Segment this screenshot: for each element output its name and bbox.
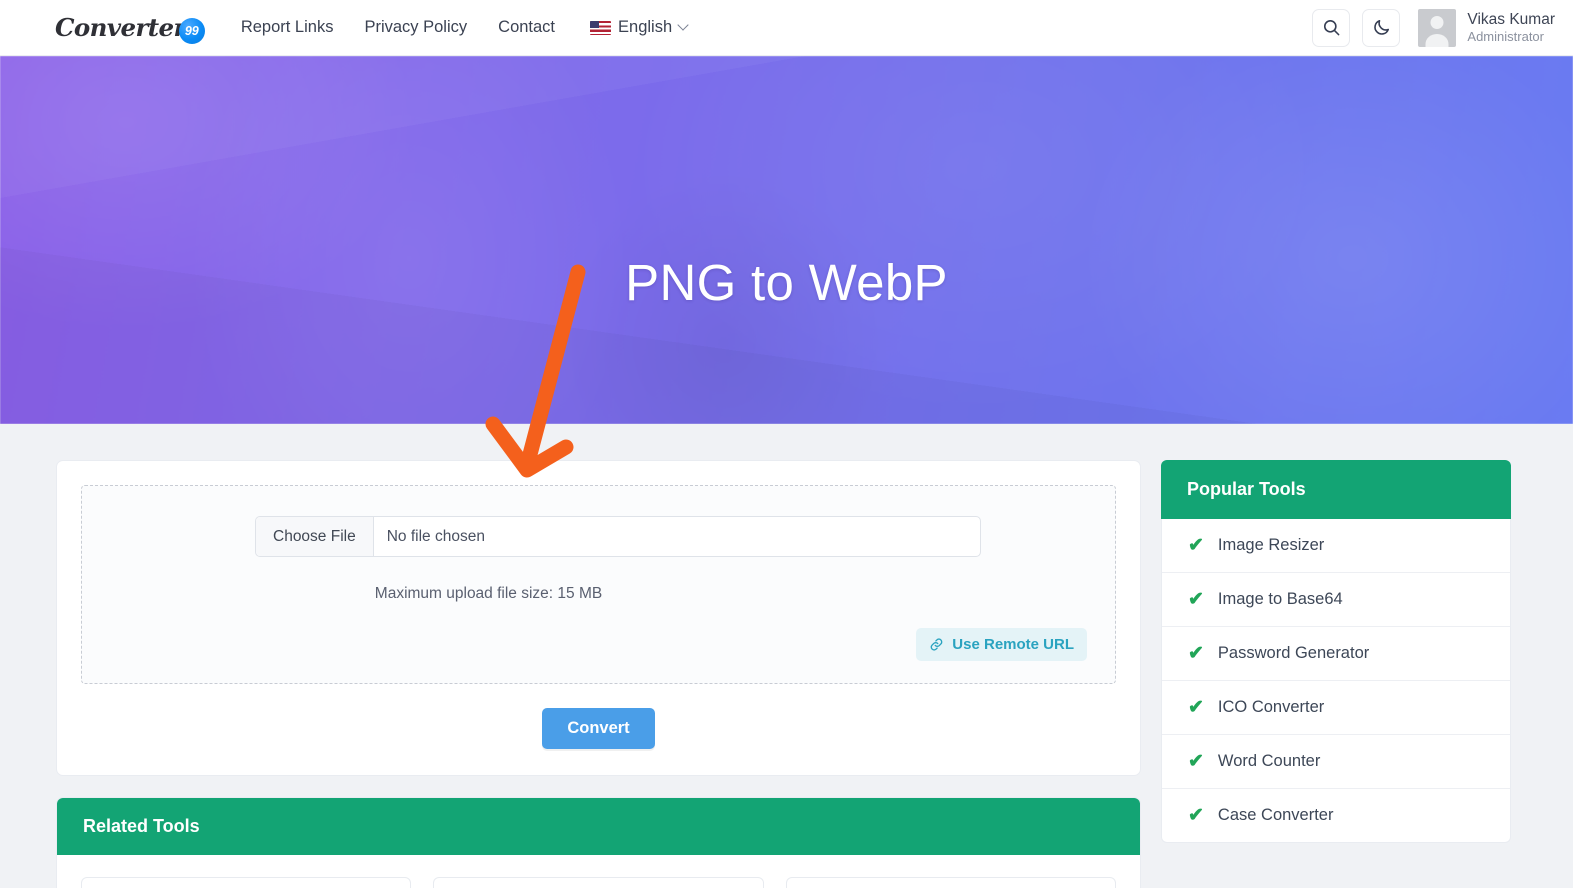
check-icon: ✔ <box>1188 643 1204 664</box>
left-column: Choose File No file chosen Maximum uploa… <box>56 460 1141 888</box>
choose-file-button[interactable]: Choose File <box>256 517 374 556</box>
popular-tool-image-to-base64[interactable]: ✔ Image to Base64 <box>1162 573 1510 627</box>
related-tools-title: Related Tools <box>57 798 1140 855</box>
primary-nav: Report Links Privacy Policy Contact Engl… <box>241 18 689 37</box>
check-icon: ✔ <box>1188 535 1204 556</box>
logo-badge: 99 <box>178 17 205 44</box>
file-input-group[interactable]: Choose File No file chosen <box>255 516 981 557</box>
header-actions: Vikas Kumar Administrator <box>1312 8 1555 47</box>
chevron-down-icon <box>677 18 689 31</box>
upload-card: Choose File No file chosen Maximum uploa… <box>56 460 1141 776</box>
dark-mode-toggle[interactable] <box>1362 8 1401 47</box>
nav-item-privacy-policy[interactable]: Privacy Policy <box>364 18 467 37</box>
max-upload-size-text: Maximum upload file size: 15 MB <box>374 585 603 602</box>
related-tool-png-to-gif[interactable]: GIF PNG to GIF <box>785 877 1116 888</box>
moon-icon <box>1374 19 1389 35</box>
use-remote-url-label: Use Remote URL <box>952 636 1074 653</box>
sidebar: Popular Tools ✔ Image Resizer ✔ Image to… <box>1161 460 1511 843</box>
popular-tool-label: Word Counter <box>1217 752 1321 770</box>
language-selector[interactable]: English <box>590 18 689 37</box>
popular-tools-list: ✔ Image Resizer ✔ Image to Base64 ✔ Pass… <box>1161 519 1511 843</box>
language-label: English <box>618 18 673 36</box>
user-info: Vikas Kumar Administrator <box>1467 10 1555 46</box>
user-menu[interactable]: Vikas Kumar Administrator <box>1418 8 1555 47</box>
selected-file-name: No file chosen <box>386 527 485 545</box>
search-button[interactable] <box>1312 8 1351 47</box>
popular-tool-label: Password Generator <box>1217 644 1370 662</box>
link-icon <box>930 638 943 651</box>
convert-row: Convert <box>81 708 1116 749</box>
popular-tool-label: ICO Converter <box>1217 698 1325 716</box>
site-logo[interactable]: Converter 99 <box>55 13 205 44</box>
popular-tool-label: Image Resizer <box>1217 536 1325 554</box>
user-name: Vikas Kumar <box>1467 10 1555 28</box>
search-icon <box>1323 19 1340 36</box>
top-navigation-bar: Converter 99 Report Links Privacy Policy… <box>0 0 1573 56</box>
popular-tool-password-generator[interactable]: ✔ Password Generator <box>1162 627 1510 681</box>
related-tools-grid: Comma Separator BMP JPG to BMP <box>57 855 1140 888</box>
user-role: Administrator <box>1467 29 1544 45</box>
hero-banner: PNG to WebP <box>0 56 1573 424</box>
popular-tools-title: Popular Tools <box>1161 460 1511 519</box>
remote-url-row: Use Remote URL <box>110 628 1087 661</box>
popular-tool-ico-converter[interactable]: ✔ ICO Converter <box>1162 681 1510 735</box>
nav-item-contact[interactable]: Contact <box>498 18 555 37</box>
popular-tool-label: Case Converter <box>1217 806 1334 824</box>
popular-tool-image-resizer[interactable]: ✔ Image Resizer <box>1162 519 1510 573</box>
related-tool-jpg-to-bmp[interactable]: BMP JPG to BMP <box>433 877 764 888</box>
check-icon: ✔ <box>1188 805 1204 826</box>
page-title: PNG to WebP <box>625 254 948 311</box>
avatar <box>1418 8 1457 47</box>
popular-tool-word-counter[interactable]: ✔ Word Counter <box>1162 735 1510 789</box>
nav-item-report-links[interactable]: Report Links <box>241 18 334 37</box>
popular-tool-label: Image to Base64 <box>1217 590 1343 608</box>
check-icon: ✔ <box>1188 697 1204 718</box>
check-icon: ✔ <box>1188 751 1204 772</box>
file-dropzone[interactable]: Choose File No file chosen Maximum uploa… <box>81 485 1116 684</box>
logo-wordmark: Converter <box>55 13 186 42</box>
main-content: Choose File No file chosen Maximum uploa… <box>0 424 1573 888</box>
related-tools-section: Related Tools Comma Separator <box>56 797 1141 888</box>
hero-background-overlay <box>0 56 1573 424</box>
check-icon: ✔ <box>1188 589 1204 610</box>
related-tool-comma-separator[interactable]: Comma Separator <box>81 877 412 888</box>
us-flag-icon <box>590 20 612 35</box>
convert-button[interactable]: Convert <box>542 708 655 749</box>
popular-tool-case-converter[interactable]: ✔ Case Converter <box>1162 789 1510 842</box>
use-remote-url-button[interactable]: Use Remote URL <box>916 628 1087 661</box>
